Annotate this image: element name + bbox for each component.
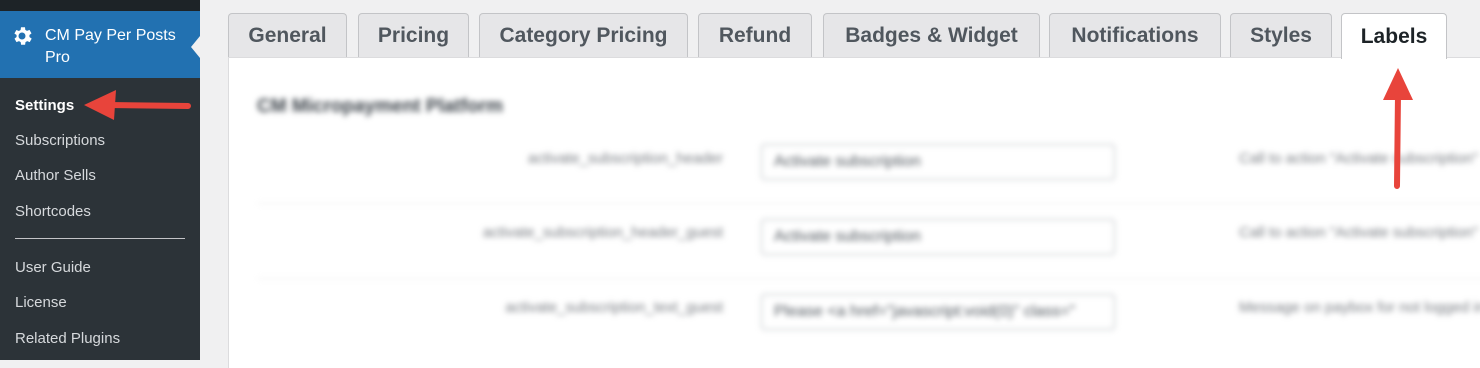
plugin-title: CM Pay Per Posts Pro (45, 27, 176, 66)
field-input[interactable]: Activate subscription (761, 144, 1115, 180)
sidebar-item-subscriptions[interactable]: Subscriptions (15, 131, 105, 151)
field-label: activate_subscription_header_guest (482, 224, 723, 241)
tab-notifications[interactable]: Notifications (1049, 13, 1221, 57)
tab-general[interactable]: General (228, 13, 347, 57)
field-description: Message on paybox for not logged in (1239, 299, 1480, 316)
sidebar-top-strip (0, 0, 200, 11)
tab-category-pricing[interactable]: Category Pricing (479, 13, 688, 57)
sidebar-separator (15, 238, 185, 239)
tab-refund[interactable]: Refund (698, 13, 812, 57)
gear-icon (14, 27, 32, 45)
annotation-arrow-up (1383, 68, 1413, 189)
sidebar-item-author-sells[interactable]: Author Sells (15, 166, 96, 186)
tab-badges-widget[interactable]: Badges & Widget (823, 13, 1040, 57)
annotation-arrow-left (84, 90, 191, 120)
active-menu-notch (191, 36, 200, 58)
sidebar-item-related-plugins[interactable]: Related Plugins (15, 329, 120, 349)
field-description: Call to action "Activate subscription" (1239, 224, 1479, 241)
sidebar-item-user-guide[interactable]: User Guide (15, 258, 91, 278)
row-divider (257, 278, 1480, 279)
sidebar-item-license[interactable]: License (15, 293, 67, 313)
row-divider (257, 203, 1480, 204)
section-title: CM Micropayment Platform (257, 96, 503, 117)
tab-pricing[interactable]: Pricing (358, 13, 469, 57)
field-input[interactable]: Please <a href="javascript:void(0)" clas… (761, 294, 1115, 330)
tab-labels[interactable]: Labels (1341, 13, 1447, 59)
admin-sidebar: CM Pay Per Posts Pro Settings Subscripti… (0, 0, 200, 360)
sidebar-item-shortcodes[interactable]: Shortcodes (15, 202, 91, 222)
tab-styles[interactable]: Styles (1230, 13, 1332, 57)
settings-panel: CM Micropayment Platform activate_subscr… (228, 57, 1480, 368)
field-label: activate_subscription_header (527, 150, 723, 167)
field-input[interactable]: Activate subscription (761, 219, 1115, 255)
sidebar-plugin-menu[interactable]: CM Pay Per Posts Pro (0, 11, 200, 78)
sidebar-item-settings[interactable]: Settings (15, 96, 74, 116)
field-description: Call to action "Activate subscription" (1239, 150, 1479, 167)
field-label: activate_subscription_text_guest (505, 299, 723, 316)
